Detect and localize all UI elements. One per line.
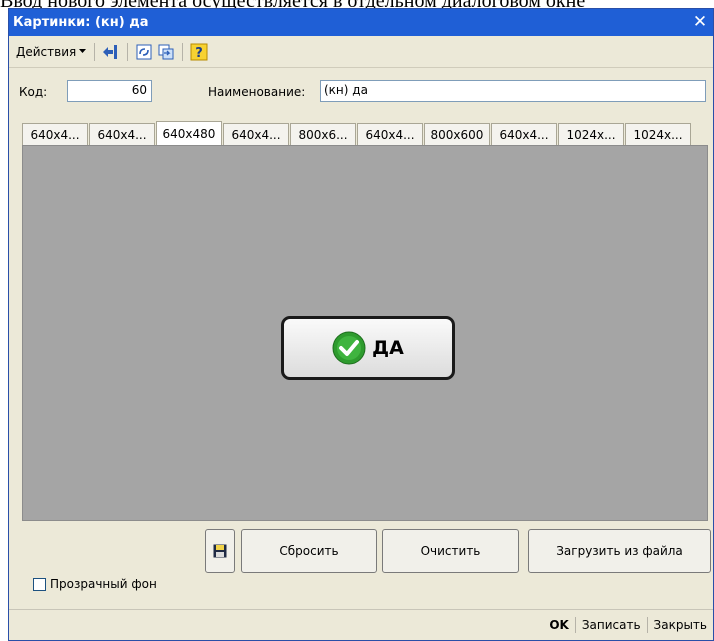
toolbar-separator — [127, 42, 129, 61]
ok-button[interactable]: OK — [543, 615, 575, 635]
toolbar-separator — [182, 42, 184, 61]
actions-menu[interactable]: Действия — [13, 43, 89, 61]
image-preview-area: ДА — [22, 145, 708, 521]
tab-640x4-3[interactable]: 640x4... — [223, 123, 289, 146]
close-dialog-button[interactable]: Закрыть — [648, 615, 713, 635]
back-arrow-icon[interactable] — [101, 42, 121, 62]
refresh-icon[interactable] — [134, 42, 154, 62]
transparent-bg-checkbox[interactable] — [33, 577, 46, 591]
tab-640x4-1[interactable]: 640x4... — [22, 123, 88, 146]
floppy-disk-icon — [213, 544, 227, 558]
tab-1024x-2[interactable]: 1024x... — [625, 123, 691, 146]
save-record-button[interactable]: Записать — [576, 615, 647, 635]
check-circle-icon — [332, 331, 366, 365]
dialog-command-bar: OK Записать Закрыть — [9, 609, 713, 640]
tab-1024x-1[interactable]: 1024x... — [558, 123, 624, 146]
tab-800x600[interactable]: 800x600 — [424, 123, 490, 146]
replace-icon-svg — [158, 44, 174, 59]
yes-button-image: ДА — [281, 316, 455, 380]
toolbar: Действия ? — [9, 36, 713, 68]
close-button[interactable]: ✕ — [691, 14, 709, 31]
actions-menu-label: Действия — [16, 44, 77, 59]
resolution-tabs: 640x4... 640x4... 640x480 640x4... 800x6… — [22, 121, 692, 146]
tab-640x4-5[interactable]: 640x4... — [491, 123, 557, 146]
help-icon-svg: ? — [190, 43, 208, 61]
back-arrow-icon-svg — [103, 44, 118, 59]
code-input[interactable]: 60 — [67, 80, 152, 102]
refresh-icon-svg — [136, 44, 152, 59]
title-bar: Картинки: (кн) да ✕ — [9, 9, 713, 36]
load-from-file-button[interactable]: Загрузить из файла — [528, 529, 711, 573]
tab-640x4-2[interactable]: 640x4... — [89, 123, 155, 146]
tab-800x6[interactable]: 800x6... — [290, 123, 356, 146]
dialog-window: Картинки: (кн) да ✕ Действия ? Код: 60 Н… — [8, 8, 714, 641]
yes-text: ДА — [372, 337, 404, 359]
name-label: Наименование: — [208, 85, 306, 99]
reset-button[interactable]: Сбросить — [241, 529, 377, 573]
tab-640x480[interactable]: 640x480 — [156, 121, 222, 146]
code-label: Код: — [19, 85, 48, 99]
toolbar-separator — [94, 42, 96, 61]
save-image-button[interactable] — [205, 529, 235, 573]
help-symbol: ? — [195, 46, 203, 61]
name-input[interactable]: (кн) да — [320, 80, 706, 102]
transparent-bg-label: Прозрачный фон — [50, 577, 157, 591]
dropdown-arrow-icon — [79, 49, 87, 53]
transparent-bg-option[interactable]: Прозрачный фон — [33, 577, 157, 591]
clear-button[interactable]: Очистить — [382, 529, 519, 573]
help-icon[interactable]: ? — [189, 42, 209, 62]
tab-640x4-4[interactable]: 640x4... — [357, 123, 423, 146]
window-title: Картинки: (кн) да — [13, 15, 149, 30]
replace-icon[interactable] — [156, 42, 176, 62]
